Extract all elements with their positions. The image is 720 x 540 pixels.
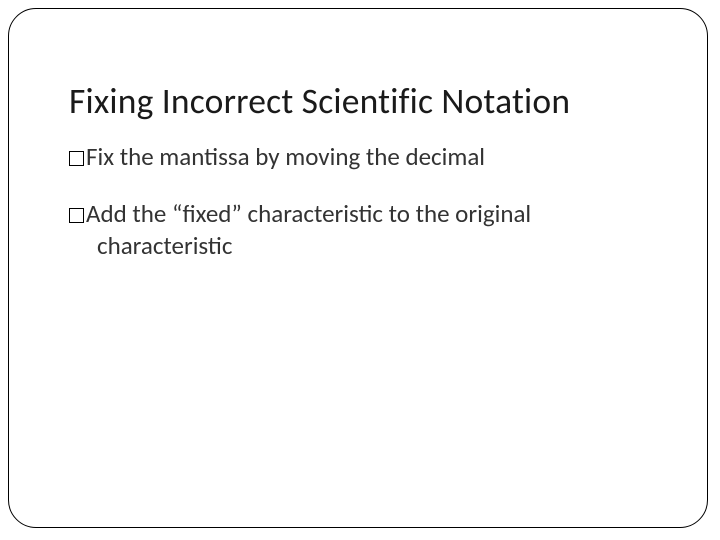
slide-frame: Fixing Incorrect Scientific Notation Fix… [8,8,708,528]
slide-title: Fixing Incorrect Scientific Notation [69,79,707,123]
bullet-text-continuation: characteristic [69,230,647,261]
bullet-text: Add the “fixed” characteristic to the or… [86,198,531,229]
bullet-text: Fix the mantissa by moving the decimal [86,141,485,172]
bullet-item: Fix the mantissa by moving the decimal [69,141,647,172]
bullet-list: Fix the mantissa by moving the decimal A… [69,141,647,261]
square-bullet-icon [69,151,84,166]
square-bullet-icon [69,208,84,223]
bullet-item: Add the “fixed” characteristic to the or… [69,198,647,261]
